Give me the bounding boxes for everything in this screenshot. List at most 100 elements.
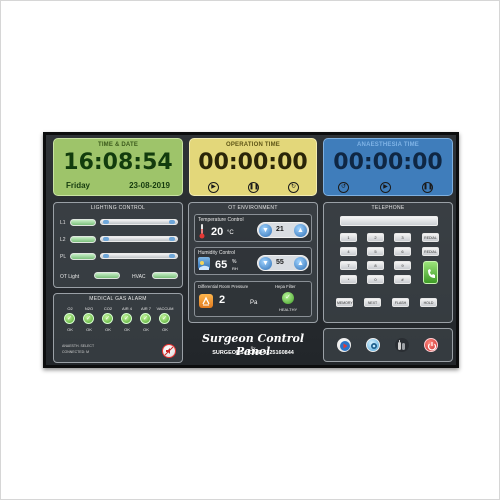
gas-footer-line2: CONNECTED: M: [62, 350, 90, 354]
gas-ok-icon: ✓: [102, 313, 113, 324]
brand-area: Surgeon Control Panel By SURGEONS HOME 9…: [188, 328, 318, 364]
gas-label: AIR 7: [140, 306, 151, 311]
gas-status: OK: [124, 327, 130, 332]
pressure-icon: [199, 294, 213, 308]
temperature-up-button[interactable]: ▲: [294, 224, 307, 237]
operation-time-card: OPERATION TIME 00:00:00 ▶ ❚❚ ↻: [189, 138, 317, 196]
humidity-unit-bottom: RH: [232, 266, 238, 271]
ot-light-toggle[interactable]: [94, 272, 120, 279]
time-date-card: TIME & DATE 16:08:54 Friday 23-08-2019: [53, 138, 183, 196]
current-date: 23-08-2019: [129, 181, 170, 190]
humidity-label: Humidity Control: [198, 250, 235, 256]
lighting-row-label: L1: [60, 220, 66, 226]
gas-ok-icon: ✓: [121, 313, 132, 324]
power-icon[interactable]: [424, 338, 438, 352]
gas-label: O2: [67, 306, 73, 311]
gas-cylinder-icon[interactable]: [395, 338, 409, 352]
gas-label: AIR 4: [121, 306, 132, 311]
temperature-down-button[interactable]: ▼: [259, 224, 272, 237]
dial-key[interactable]: 0: [367, 275, 384, 284]
anaesthesia-timer: 00:00:00: [333, 150, 443, 175]
dial-key[interactable]: #: [394, 275, 411, 284]
dial-key[interactable]: 8: [367, 261, 384, 270]
hepa-label: Hepa Filter: [275, 284, 296, 289]
telephone-title: TELEPHONE: [371, 205, 405, 211]
operation-time-title: OPERATION TIME: [225, 142, 281, 148]
dial-key[interactable]: *: [340, 275, 357, 284]
next-key[interactable]: NEXT: [364, 298, 381, 307]
gas-status: OK: [86, 327, 92, 332]
slider-knob[interactable]: [169, 220, 175, 224]
humidity-icon: [198, 257, 210, 270]
dial-key[interactable]: 3: [394, 233, 411, 242]
pressure-hepa-row: Differential Room Pressure 2 Pa Hepa Fil…: [194, 281, 312, 317]
humidity-down-button[interactable]: ▼: [259, 257, 272, 270]
play-icon[interactable]: [337, 338, 351, 352]
gas-ok-icon: ✓: [83, 313, 94, 324]
camera-icon[interactable]: [366, 338, 380, 352]
l1-toggle[interactable]: [70, 219, 96, 226]
temperature-label: Temperature Control: [198, 217, 244, 223]
slider-knob[interactable]: [169, 237, 175, 241]
dial-key[interactable]: 1: [340, 233, 357, 242]
redial-key[interactable]: REDIAL: [422, 247, 439, 256]
temperature-control-row: Temperature Control 20 °C ▼ 21 ▲: [194, 214, 312, 242]
hvac-label: HVAC: [132, 274, 146, 280]
gas-label: CO2: [103, 306, 113, 311]
temperature-setpoint-control: ▼ 21 ▲: [257, 222, 309, 238]
ot-environment-box: OT ENVIRONMENT Temperature Control 20 °C…: [188, 202, 318, 323]
pressure-unit: Pa: [250, 300, 258, 306]
gas-footer-line1: ANAESTH. SELECT: [62, 344, 95, 348]
operation-reset-button[interactable]: ↻: [288, 182, 299, 193]
telephone-box: TELEPHONE 1 2 3 4 5 6 7 8 9 * 0 # REDIAL…: [323, 202, 453, 323]
dial-key[interactable]: 5: [367, 247, 384, 256]
l1-dimmer-slider[interactable]: [100, 219, 178, 225]
gas-ok-icon: ✓: [64, 313, 75, 324]
l2-toggle[interactable]: [70, 236, 96, 243]
temperature-setpoint: 21: [276, 226, 284, 233]
pressure-value: 2: [219, 294, 226, 306]
hvac-toggle[interactable]: [152, 272, 178, 279]
dial-key[interactable]: 7: [340, 261, 357, 270]
redial-key[interactable]: REDIAL: [422, 233, 439, 242]
gas-label: VACCUM: [156, 306, 174, 311]
humidity-setpoint-control: ▼ 55 ▲: [257, 255, 309, 271]
operation-pause-button[interactable]: ❚❚: [248, 182, 259, 193]
gas-status: OK: [143, 327, 149, 332]
dial-key[interactable]: 2: [367, 233, 384, 242]
slider-knob[interactable]: [169, 254, 175, 258]
humidity-control-row: Humidity Control 65 % RH ▼ 55 ▲: [194, 247, 312, 275]
control-icons-box: [323, 328, 453, 362]
pl-dimmer-slider[interactable]: [100, 253, 178, 259]
lighting-control-box: LIGHTING CONTROL L1 L2 PL OT Light HVAC: [53, 202, 183, 288]
temperature-value: 20: [211, 226, 224, 238]
slider-knob[interactable]: [103, 220, 109, 224]
anaesthesia-play-button[interactable]: ▶: [380, 182, 391, 193]
dial-key[interactable]: 6: [394, 247, 411, 256]
l2-dimmer-slider[interactable]: [100, 236, 178, 242]
pressure-label: Differential Room Pressure: [198, 284, 249, 289]
dial-key[interactable]: 9: [394, 261, 411, 270]
slider-knob[interactable]: [103, 254, 109, 258]
operation-timer: 00:00:00: [198, 150, 308, 175]
anaesthesia-reset-button[interactable]: ↺: [338, 182, 349, 193]
humidity-unit-top: %: [232, 259, 237, 265]
brand-company: SURGEONS HOME 9325160844: [212, 350, 294, 356]
lighting-row-label: L2: [60, 237, 66, 243]
slider-knob[interactable]: [103, 237, 109, 241]
operation-play-button[interactable]: ▶: [208, 182, 219, 193]
dial-key[interactable]: 4: [340, 247, 357, 256]
anaesthesia-pause-button[interactable]: ❚❚: [422, 182, 433, 193]
alarm-mute-icon[interactable]: [162, 344, 176, 358]
hepa-status: HEALTHY: [279, 307, 298, 312]
pl-toggle[interactable]: [70, 253, 96, 260]
thermometer-icon: [199, 224, 205, 239]
call-button[interactable]: [423, 261, 438, 284]
anaesthesia-time-card: ANAESTHESIA TIME 00:00:00 ↺ ▶ ❚❚: [323, 138, 453, 196]
humidity-up-button[interactable]: ▲: [294, 257, 307, 270]
humidity-value: 65: [215, 259, 228, 271]
hold-key[interactable]: HOLD: [420, 298, 437, 307]
flash-key[interactable]: FLASH: [392, 298, 409, 307]
telephone-display: [340, 216, 438, 226]
memory-key[interactable]: MEMORY: [336, 298, 353, 307]
